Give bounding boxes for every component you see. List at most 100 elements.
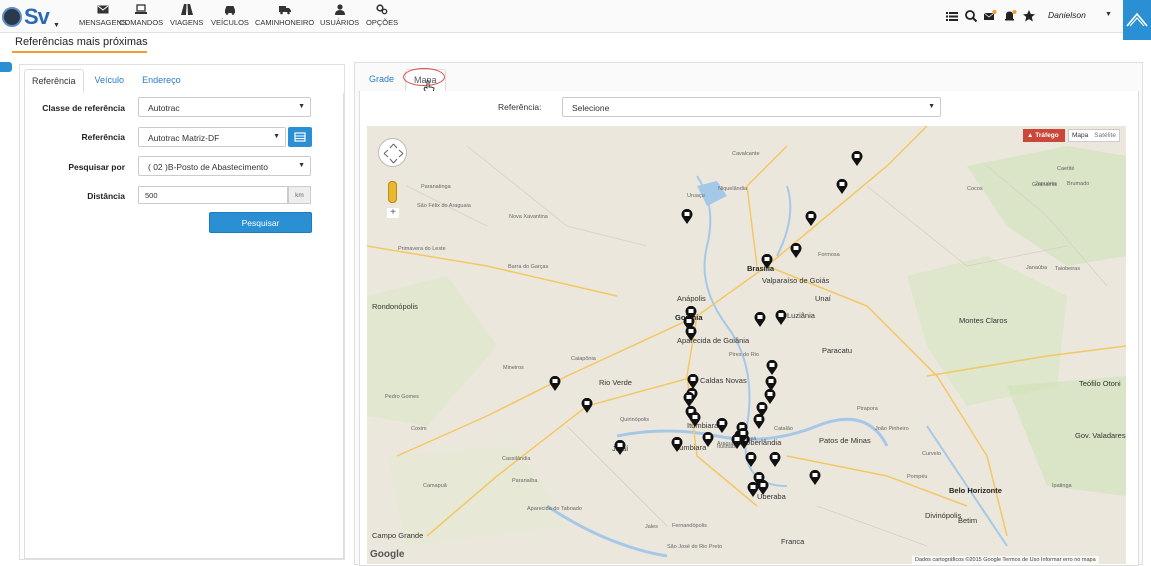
map-place-label: Formosa [818,252,840,258]
fuel-station-marker-icon[interactable] [766,360,778,375]
map-place-label: Rondonópolis [372,302,418,311]
map-place-label: Pedro Gomes [385,394,419,400]
map-place-label: Caiapônia [571,356,596,362]
user-menu-caret-icon[interactable]: ▼ [1105,11,1112,18]
search-panel: Referência Veículo Endereço Classe de re… [19,64,345,560]
distancia-label: Distância [87,191,125,201]
logo-caret-icon[interactable]: ▼ [53,22,60,29]
map-type-map[interactable]: Mapa [1069,130,1091,141]
map-place-label: Niquelândia [718,186,748,192]
gears-icon [376,4,388,15]
fuel-station-marker-icon[interactable] [790,243,802,258]
star-icon[interactable] [1022,9,1036,23]
fuel-station-marker-icon[interactable] [761,254,773,269]
map-place-label: Caldas Novas [700,376,747,385]
map-place-label: Rio Verde [599,378,632,387]
map-type-control[interactable]: Mapa Satélite [1068,129,1120,142]
map-place-label: Franca [781,537,805,546]
classe-select[interactable]: Autotrac ▼ [138,97,311,117]
referencia-list-button[interactable] [288,127,312,147]
nav-veiculos[interactable]: VEÍCULOS [211,4,249,30]
map-place-label: Gov. Valadares [1075,431,1126,440]
fuel-station-marker-icon[interactable] [731,434,743,449]
map-type-satellite[interactable]: Satélite [1091,130,1119,141]
car-icon [224,6,235,15]
street-view-pegman-icon[interactable] [388,181,397,203]
username[interactable]: Danielson [1048,10,1086,20]
map-place-label: Aparecida do Taboado [527,506,582,512]
map-place-label: São Félix do Araguaia [417,203,471,209]
fuel-station-marker-icon[interactable] [745,452,757,467]
pesquisar-button[interactable]: Pesquisar [209,212,312,233]
fuel-station-marker-icon[interactable] [753,414,765,429]
fuel-station-marker-icon[interactable] [716,418,728,433]
map-canvas[interactable]: + ▲ Tráfego Mapa Satélite BrasíliaGoiâni… [367,126,1126,564]
referencia-select[interactable]: Autotrac Matriz-DF ▼ [138,127,286,147]
map-place-label: Pires do Rio [729,352,759,358]
map-attribution: Dados cartográficos ©2015 Google Termos … [912,556,1099,564]
fuel-station-marker-icon[interactable] [836,179,848,194]
distancia-input[interactable]: 500 [138,186,288,204]
map-place-label: Fernandópolis [672,523,707,529]
app-logo[interactable]: Sv [2,2,60,31]
nav-usuarios[interactable]: USUÁRIOS [320,4,359,30]
map-referencia-label: Referência: [498,102,542,112]
side-panel-toggle[interactable] [0,62,12,72]
referencia-value: Autotrac Matriz-DF [148,133,220,143]
fuel-station-marker-icon[interactable] [757,480,769,495]
zoom-in-button[interactable]: + [387,208,399,218]
map-place-label: Luziânia [787,311,815,320]
map-place-label: Divinópolis [925,511,962,520]
pesquisar-label: Pesquisar por [68,162,125,172]
list-icon[interactable] [945,9,959,23]
page-title-underline [12,51,147,53]
nav-label: CAMINHONEIRO [255,18,315,27]
logo-globe-icon [2,6,22,27]
map-place-label: Valparaíso de Goiás [762,276,830,285]
map-place-label: Quirinópolis [620,417,650,423]
map-referencia-select[interactable]: Selecione ▼ [562,97,941,117]
map-place-label: Barra do Garças [508,264,549,270]
brand-logo [1123,0,1151,40]
fuel-station-marker-icon[interactable] [581,398,593,413]
tab-referencia[interactable]: Referência [24,69,84,93]
bell-icon[interactable] [1003,9,1017,23]
fuel-station-marker-icon[interactable] [671,437,683,452]
fuel-station-marker-icon[interactable] [754,312,766,327]
tab-veiculo[interactable]: Veículo [88,69,132,93]
map-pan-control[interactable] [378,138,407,167]
fuel-station-marker-icon[interactable] [683,392,695,407]
search-icon[interactable] [964,9,978,23]
pesquisar-select[interactable]: ( 02 )B-Posto de Abastecimento ▼ [138,156,311,176]
fuel-station-marker-icon[interactable] [805,211,817,226]
fuel-station-marker-icon[interactable] [689,412,701,427]
classe-label: Classe de referência [42,103,125,113]
tab-grade[interactable]: Grade [361,69,402,89]
truck-icon [278,6,291,15]
fuel-station-marker-icon[interactable] [549,376,561,391]
nav-label: USUÁRIOS [320,18,360,27]
map-place-label: Betim [958,516,978,525]
nav-label: VEÍCULOS [211,18,249,27]
fuel-station-marker-icon[interactable] [809,470,821,485]
road-icon [180,4,193,15]
tab-endereco[interactable]: Endereço [135,69,188,93]
fuel-station-marker-icon[interactable] [687,374,699,389]
fuel-station-marker-icon[interactable] [769,452,781,467]
fuel-station-marker-icon[interactable] [685,326,697,341]
nav-opcoes[interactable]: OPÇÕES [366,4,398,30]
brand-wing-icon [1126,12,1148,27]
fuel-station-marker-icon[interactable] [614,440,626,455]
distancia-unit: km [288,186,311,204]
traffic-button[interactable]: ▲ Tráfego [1023,129,1065,142]
mail-notification-icon[interactable] [983,9,997,23]
fuel-station-marker-icon[interactable] [702,432,714,447]
nav-comandos[interactable]: COMANDOS [119,4,163,30]
map-place-label: Caetité [1057,166,1075,172]
nav-caminhoneiro[interactable]: CAMINHONEIRO [255,4,314,30]
fuel-station-marker-icon[interactable] [775,310,787,325]
nav-viagens[interactable]: VIAGENS [170,4,203,30]
fuel-station-marker-icon[interactable] [681,209,693,224]
nav-label: OPÇÕES [366,18,399,27]
fuel-station-marker-icon[interactable] [851,151,863,166]
